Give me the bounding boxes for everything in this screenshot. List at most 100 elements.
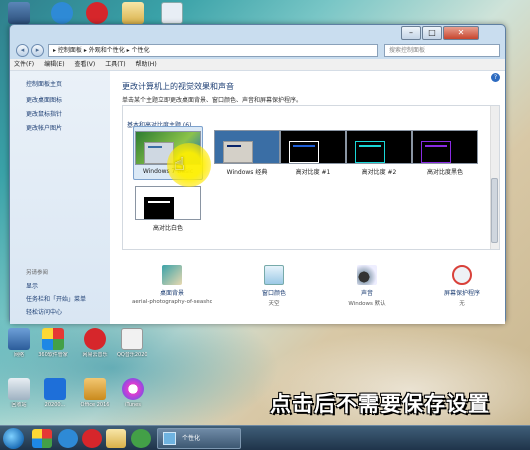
sound-link[interactable]: 声音 Windows 默认 (327, 265, 407, 307)
menu-edit[interactable]: 编辑(E) (40, 59, 68, 71)
theme-high-contrast-1[interactable]: 高对比度 #1 (278, 130, 348, 176)
file-icon[interactable]: 20200... (40, 378, 70, 408)
menu-help[interactable]: 帮助(H) (131, 59, 160, 71)
computer-icon[interactable] (4, 2, 34, 24)
software-manager-label: 360软件管家 (38, 352, 68, 358)
window-color-value: 天空 (268, 301, 280, 307)
sound-label: 声音 (360, 290, 373, 297)
taskbar: 个性化 (0, 425, 530, 450)
window-color-icon (264, 265, 284, 285)
theme-thumbnail (412, 130, 478, 164)
desktop-background-icon (162, 265, 182, 285)
theme-high-contrast-2[interactable]: 高对比度 #2 (344, 130, 414, 176)
window-preview-icon (223, 141, 253, 163)
menu-view[interactable]: 查看(V) (70, 59, 99, 71)
sidebar: 控制面板主页 更改桌面图标 更改鼠标指针 更改帐户图片 另请参阅 显示 任务栏和… (10, 71, 110, 324)
folder-icon[interactable] (118, 2, 148, 24)
theme-name: 高对比度黑色 (426, 169, 463, 176)
qq-music-label: QQ音乐20200... (117, 352, 147, 358)
software-manager-icon[interactable]: 360软件管家 (38, 328, 68, 358)
back-button[interactable]: ◂ (16, 44, 29, 57)
taskbar-task-label: 个性化 (182, 435, 201, 442)
netease-music-desktop-icon[interactable]: 网易云音乐 (80, 328, 110, 358)
sound-value: Windows 默认 (348, 301, 386, 307)
taskbar-folder-icon[interactable] (106, 429, 126, 448)
instruction-caption: 点击后不需要保存设置 (270, 392, 490, 416)
address-bar[interactable]: ▸ 控制面板 ▸ 外观和个性化 ▸ 个性化 (48, 44, 378, 57)
theme-windows-classic[interactable]: Windows 经典 (212, 130, 282, 176)
theme-high-contrast-black[interactable]: 高对比度黑色 (410, 130, 480, 176)
theme-name: 高对比白色 (152, 225, 183, 232)
theme-thumbnail (346, 130, 412, 164)
theme-thumbnail (214, 130, 280, 164)
document-icon[interactable] (157, 2, 187, 24)
recycle-bin-icon[interactable]: 回收站 (4, 378, 34, 408)
scrollbar-thumb[interactable] (491, 178, 498, 243)
sidebar-item-control-panel-home[interactable]: 控制面板主页 (26, 79, 62, 88)
office-label: Office 2016 (80, 402, 110, 408)
theme-settings-row: 桌面背景 aerial-photography-of-seashore... 窗… (110, 257, 505, 319)
hand-cursor-icon: ☝ (174, 154, 185, 175)
itunes-label: iTunes (125, 402, 141, 408)
close-button[interactable]: ✕ (443, 26, 479, 40)
taskbar-app-icon[interactable] (131, 429, 151, 448)
theme-name: Windows 经典 (226, 169, 268, 176)
sidebar-item-ease-of-access[interactable]: 轻松访问中心 (26, 307, 62, 316)
address-row: ◂ ▸ ▸ 控制面板 ▸ 外观和个性化 ▸ 个性化 搜索控制面板 (10, 41, 505, 59)
menu-bar: 文件(F) 编辑(E) 查看(V) 工具(T) 帮助(H) (10, 59, 505, 71)
office-icon[interactable]: Office 2016 (80, 378, 110, 408)
forward-button[interactable]: ▸ (31, 44, 44, 57)
help-icon[interactable]: ? (491, 73, 500, 82)
sidebar-item-account-picture[interactable]: 更改帐户图片 (26, 123, 62, 132)
netease-music-icon[interactable] (82, 2, 112, 24)
netease-music-label: 网易云音乐 (82, 352, 108, 358)
page-subtitle: 单击某个主题立即更改桌面背景、窗口颜色、声音和屏幕保护程序。 (122, 97, 303, 104)
recycle-bin-label: 回收站 (11, 402, 27, 408)
itunes-icon[interactable]: iTunes (118, 378, 148, 408)
file-label: 20200... (44, 402, 66, 408)
screensaver-icon (452, 265, 472, 285)
page-title: 更改计算机上的视觉效果和声音 (122, 82, 234, 91)
menu-tools[interactable]: 工具(T) (101, 59, 129, 71)
window-preview-icon (421, 141, 451, 163)
control-panel-icon (163, 432, 176, 445)
sidebar-item-desktop-icons[interactable]: 更改桌面图标 (26, 95, 62, 104)
screensaver-value: 无 (459, 301, 465, 307)
window-color-label: 窗口颜色 (261, 290, 286, 297)
theme-thumbnail (280, 130, 346, 164)
theme-name: 高对比度 #1 (295, 169, 331, 176)
window-preview-icon (289, 141, 319, 163)
taskbar-task-personalization[interactable]: 个性化 (157, 428, 241, 449)
menu-file[interactable]: 文件(F) (10, 59, 38, 71)
personalization-window: – □ ✕ ◂ ▸ ▸ 控制面板 ▸ 外观和个性化 ▸ 个性化 搜索控制面板 文… (9, 24, 506, 324)
taskbar-ie-icon[interactable] (58, 429, 78, 448)
desktop-background-link[interactable]: 桌面背景 aerial-photography-of-seashore... (132, 265, 212, 305)
ie-icon[interactable] (47, 2, 77, 24)
desktop-background-value: aerial-photography-of-seashore... (132, 299, 212, 305)
network-label: 网络 (13, 352, 24, 358)
search-input[interactable]: 搜索控制面板 (384, 44, 500, 57)
network-icon[interactable]: 网络 (4, 328, 34, 358)
screensaver-link[interactable]: 屏幕保护程序 无 (422, 265, 502, 307)
sidebar-item-display[interactable]: 显示 (26, 281, 38, 290)
theme-thumbnail (135, 186, 201, 220)
window-preview-icon (144, 197, 174, 219)
window-color-link[interactable]: 窗口颜色 天空 (234, 265, 314, 307)
theme-list-scrollbar[interactable] (490, 106, 499, 249)
qq-music-icon[interactable]: QQ音乐20200... (117, 328, 147, 358)
window-preview-icon (355, 141, 385, 163)
theme-name: 高对比度 #2 (361, 169, 397, 176)
see-also-heading: 另请参阅 (26, 270, 49, 276)
desktop-background-label: 桌面背景 (159, 290, 184, 297)
start-button[interactable] (3, 428, 24, 449)
theme-high-contrast-white[interactable]: 高对比白色 (133, 186, 203, 232)
maximize-button[interactable]: □ (422, 26, 442, 40)
taskbar-software-manager-icon[interactable] (32, 429, 52, 448)
minimize-button[interactable]: – (401, 26, 421, 40)
main-content: 更改计算机上的视觉效果和声音 单击某个主题立即更改桌面背景、窗口颜色、声音和屏幕… (110, 71, 505, 324)
sound-icon (357, 265, 377, 285)
taskbar-netease-music-icon[interactable] (82, 429, 102, 448)
screensaver-label: 屏幕保护程序 (443, 290, 480, 297)
sidebar-item-taskbar[interactable]: 任务栏和「开始」菜单 (26, 294, 86, 303)
sidebar-item-mouse-pointers[interactable]: 更改鼠标指针 (26, 109, 62, 118)
